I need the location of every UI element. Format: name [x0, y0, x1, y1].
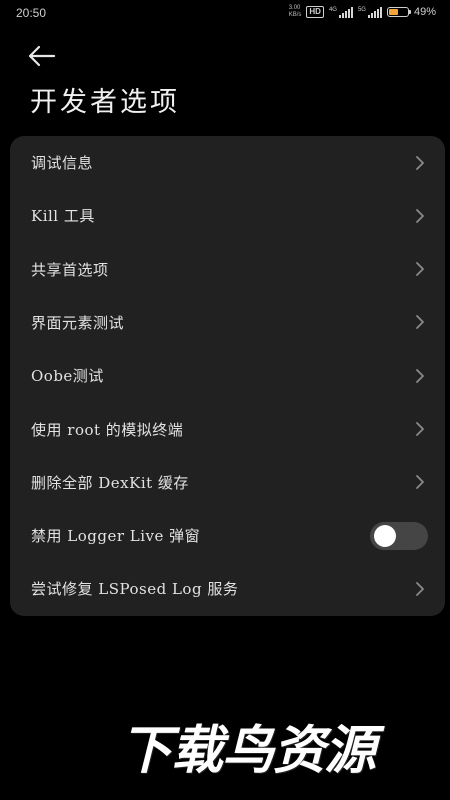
chevron-right-icon — [416, 155, 424, 170]
sim2-signal-icon: 5G — [357, 6, 382, 18]
settings-card: 调试信息 Kill 工具 共享首选项界面元素测试 Oobe测试使用 root 的模拟终… — [10, 136, 445, 616]
sim1-network-type: 4G — [328, 6, 337, 13]
arrow-left-icon — [28, 45, 56, 67]
settings-row[interactable]: 删除全部 DexKit 缓存 — [10, 456, 445, 509]
chevron-right-icon — [416, 422, 424, 436]
watermark-text: 下载鸟资源 — [120, 721, 376, 781]
network-speed: 3.00 KB/s — [289, 5, 302, 19]
settings-row[interactable]: 使用 root 的模拟终端 — [10, 403, 445, 456]
chevron-right-icon — [416, 475, 424, 490]
battery-icon — [386, 7, 411, 17]
settings-row[interactable]: Kill 工具 — [10, 189, 445, 242]
settings-row[interactable]: 调试信息 — [10, 136, 445, 189]
settings-row-label: 删除全部 DexKit 缓存 — [31, 473, 189, 492]
settings-row-label: 尝试修复 LSPosed Log 服务 — [31, 580, 239, 599]
settings-row[interactable]: Oobe测试 — [10, 349, 445, 402]
status-time: 20:50 — [16, 6, 47, 20]
settings-row-label: 使用 root 的模拟终端 — [31, 420, 184, 439]
settings-row[interactable]: 界面元素测试 — [10, 296, 445, 349]
settings-row-label: 禁用 Logger Live 弹窗 — [31, 527, 201, 546]
sim2-network-type: 5G — [357, 6, 366, 13]
settings-row[interactable]: 共享首选项 — [10, 243, 445, 296]
settings-row-label: 界面元素测试 — [31, 313, 125, 332]
settings-row[interactable]: 尝试修复 LSPosed Log 服务 — [10, 562, 445, 615]
battery-percent: 49% — [413, 6, 436, 18]
logger-live-toggle[interactable] — [370, 521, 428, 550]
chevron-right-icon — [416, 315, 424, 330]
chevron-right-icon — [416, 208, 424, 223]
battery-fill — [388, 9, 398, 15]
status-bar: 20:50 3.00 KB/s HD 4G 5G 49% — [0, 0, 450, 28]
page-title: 开发者选项 — [30, 87, 180, 118]
status-icons: 3.00 KB/s HD 4G 5G 49% — [289, 5, 436, 19]
settings-row[interactable]: 禁用 Logger Live 弹窗 — [10, 509, 445, 562]
toggle-knob — [374, 524, 396, 547]
network-speed-unit: KB/s — [288, 12, 302, 18]
settings-row-label: Kill 工具 — [31, 207, 95, 226]
chevron-right-icon — [416, 368, 424, 383]
sim1-signal-icon: 4G — [328, 6, 353, 18]
network-speed-value: 3.00 — [288, 5, 301, 11]
settings-row-label: 共享首选项 — [31, 260, 109, 279]
settings-row-label: Oobe测试 — [31, 367, 104, 386]
settings-row-label: 调试信息 — [31, 154, 94, 172]
chevron-right-icon — [416, 262, 424, 276]
chevron-right-icon — [416, 581, 424, 596]
back-button[interactable] — [26, 40, 62, 72]
hd-badge: HD — [306, 6, 324, 18]
